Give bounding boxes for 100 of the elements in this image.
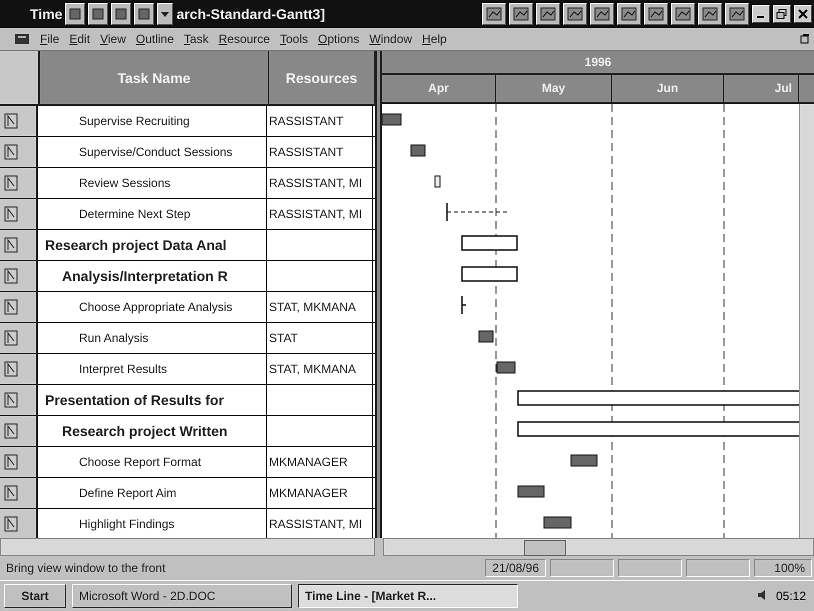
month-header: Apr xyxy=(382,75,496,102)
dropdown-icon[interactable] xyxy=(157,3,174,25)
row-header[interactable] xyxy=(0,447,38,477)
table-cell: Supervise Recruiting xyxy=(38,106,267,136)
task-icon xyxy=(4,113,18,129)
window-title: arch-Standard-Gantt3] xyxy=(176,6,326,22)
toolbar-icon[interactable] xyxy=(134,3,154,25)
summary-bar[interactable] xyxy=(517,390,799,406)
menu-item[interactable]: Outline xyxy=(136,32,174,46)
table-cell: MKMANAGER xyxy=(269,486,348,500)
table-cell: Determine Next Step xyxy=(38,199,267,229)
row-header[interactable] xyxy=(0,478,38,508)
task-icon xyxy=(4,206,18,222)
row-header[interactable] xyxy=(0,385,38,415)
menu-item[interactable]: View xyxy=(100,32,126,46)
row-header[interactable] xyxy=(0,261,38,291)
table-cell: RASSISTANT, MI xyxy=(269,207,362,221)
month-header: Jun xyxy=(612,75,724,102)
menu-item[interactable]: Resource xyxy=(218,32,270,46)
table-cell: Research project Written xyxy=(38,416,267,446)
toolbar-icon[interactable] xyxy=(671,3,695,25)
task-bar[interactable] xyxy=(434,176,440,188)
toolbar-icon[interactable] xyxy=(590,3,614,25)
row-header[interactable] xyxy=(0,168,38,198)
task-icon xyxy=(4,454,18,470)
table-cell: RASSISTANT, MI xyxy=(269,176,362,190)
toolbar-icon[interactable] xyxy=(536,3,560,25)
task-icon xyxy=(4,144,18,160)
row-header[interactable] xyxy=(0,230,38,260)
task-icon xyxy=(4,175,18,191)
close-icon[interactable] xyxy=(794,5,812,23)
task-icon xyxy=(4,330,18,346)
toolbar-icon[interactable] xyxy=(111,3,132,25)
clock: 05:12 xyxy=(776,589,807,603)
summary-bar[interactable] xyxy=(461,266,518,282)
table-cell: Presentation of Results for xyxy=(38,385,267,415)
table-cell: STAT, MKMANA xyxy=(269,300,356,314)
table-cell: RASSISTANT xyxy=(269,145,344,159)
taskbar-button[interactable]: Microsoft Word - 2D.DOC xyxy=(72,584,292,608)
table-cell: RASSISTANT xyxy=(269,114,344,128)
row-header[interactable] xyxy=(0,199,38,229)
toolbar-icon[interactable] xyxy=(698,3,722,25)
table-cell: Run Analysis xyxy=(38,323,267,353)
toolbar-icon[interactable] xyxy=(65,3,86,25)
table-cell: Review Sessions xyxy=(38,168,267,198)
table-cell: Research project Data Anal xyxy=(38,230,267,260)
restore-icon[interactable] xyxy=(800,33,810,45)
menu-item[interactable]: Options xyxy=(318,32,360,46)
menu-item[interactable]: File xyxy=(40,32,60,46)
start-button[interactable]: Start xyxy=(4,584,66,608)
table-cell: Interpret Results xyxy=(38,354,267,384)
window-title: Time xyxy=(30,6,62,22)
status-pane xyxy=(550,559,614,577)
summary-bar[interactable] xyxy=(461,235,518,251)
task-icon xyxy=(4,268,18,284)
toolbar-icon[interactable] xyxy=(563,3,587,25)
row-header[interactable] xyxy=(0,137,38,167)
toolbar-icon[interactable] xyxy=(88,3,108,25)
menu-item[interactable]: Help xyxy=(422,32,447,46)
toolbar-icon[interactable] xyxy=(482,3,506,25)
horizontal-scrollbar[interactable] xyxy=(383,538,814,556)
summary-bar[interactable] xyxy=(517,421,799,437)
horizontal-scrollbar[interactable] xyxy=(0,538,375,556)
task-icon xyxy=(4,423,18,439)
table-cell: RASSISTANT, MI xyxy=(269,517,362,531)
toolbar-icon[interactable] xyxy=(509,3,533,25)
table-cell: MKMANAGER xyxy=(269,455,348,469)
menu-item[interactable]: Tools xyxy=(280,32,308,46)
status-pane xyxy=(618,559,682,577)
slack-line xyxy=(446,203,508,221)
month-header: May xyxy=(496,75,612,102)
task-icon xyxy=(4,361,18,377)
restore-icon[interactable] xyxy=(773,5,791,23)
row-header[interactable] xyxy=(0,354,38,384)
split-bar[interactable] xyxy=(375,51,382,538)
toolbar-icon[interactable] xyxy=(725,3,749,25)
row-header[interactable] xyxy=(0,106,38,136)
milestone-mark[interactable] xyxy=(461,295,467,315)
toolbar-icon[interactable] xyxy=(644,3,668,25)
menu-item[interactable]: Window xyxy=(369,32,412,46)
table-cell: Supervise/Conduct Sessions xyxy=(38,137,267,167)
status-message: Bring view window to the front xyxy=(6,561,166,575)
menu-item[interactable]: Edit xyxy=(69,32,90,46)
year-header: 1996 xyxy=(382,51,814,75)
month-header: Jul xyxy=(724,75,799,102)
menu-item[interactable]: Task xyxy=(184,32,209,46)
toolbar-icon[interactable] xyxy=(617,3,641,25)
vertical-scrollbar[interactable] xyxy=(799,104,814,538)
table-cell: Define Report Aim xyxy=(38,478,267,508)
minimize-icon[interactable] xyxy=(752,5,770,23)
taskbar-button[interactable]: Time Line - [Market R... xyxy=(298,584,518,608)
table-cell: Choose Appropriate Analysis xyxy=(38,292,267,322)
status-date: 21/08/96 xyxy=(485,559,546,577)
table-cell: STAT, MKMANA xyxy=(269,362,356,376)
task-icon xyxy=(4,299,18,315)
row-header[interactable] xyxy=(0,416,38,446)
row-header[interactable] xyxy=(0,292,38,322)
row-header[interactable] xyxy=(0,323,38,353)
row-header[interactable] xyxy=(0,509,38,539)
task-icon xyxy=(4,392,18,408)
